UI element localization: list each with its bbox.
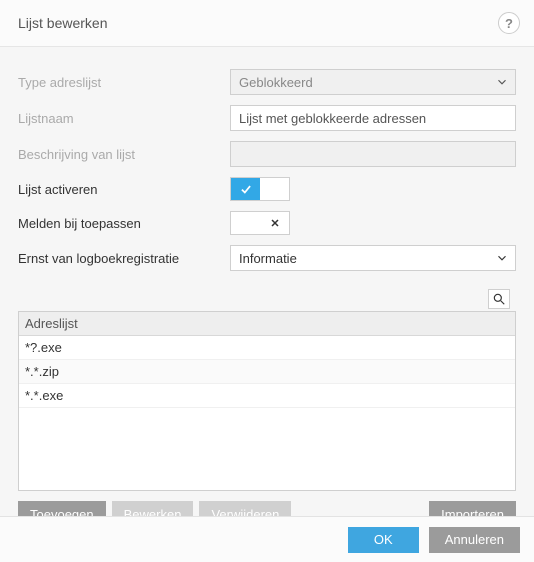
toggle-on-half [231, 212, 260, 234]
severity-select[interactable]: Informatie [230, 245, 516, 271]
chevron-down-icon [495, 251, 509, 265]
close-icon [260, 212, 289, 234]
type-select-value: Geblokkeerd [239, 75, 313, 90]
check-icon [231, 178, 260, 200]
toggle-off-half [260, 178, 289, 200]
name-label: Lijstnaam [18, 111, 230, 126]
name-input[interactable]: Lijst met geblokkeerde adressen [230, 105, 516, 131]
ok-button[interactable]: OK [348, 527, 419, 553]
list-item[interactable]: *.*.exe [19, 384, 515, 408]
severity-label: Ernst van logboekregistratie [18, 251, 230, 266]
type-select[interactable]: Geblokkeerd [230, 69, 516, 95]
address-list: Adreslijst *?.exe*.*.zip*.*.exe [18, 311, 516, 491]
address-list-rows: *?.exe*.*.zip*.*.exe [19, 336, 515, 490]
activate-toggle[interactable] [230, 177, 290, 201]
dialog-title: Lijst bewerken [18, 15, 108, 31]
notify-toggle[interactable] [230, 211, 290, 235]
list-item[interactable]: *.*.zip [19, 360, 515, 384]
activate-label: Lijst activeren [18, 182, 230, 197]
notify-label: Melden bij toepassen [18, 216, 230, 231]
cancel-button[interactable]: Annuleren [429, 527, 520, 553]
help-icon[interactable]: ? [498, 12, 520, 34]
name-input-value: Lijst met geblokkeerde adressen [239, 111, 426, 126]
list-item[interactable]: *?.exe [19, 336, 515, 360]
chevron-down-icon [495, 75, 509, 89]
description-label: Beschrijving van lijst [18, 147, 230, 162]
description-input[interactable] [230, 141, 516, 167]
type-label: Type adreslijst [18, 75, 230, 90]
severity-select-value: Informatie [239, 251, 297, 266]
address-list-header[interactable]: Adreslijst [19, 312, 515, 336]
search-icon[interactable] [488, 289, 510, 309]
